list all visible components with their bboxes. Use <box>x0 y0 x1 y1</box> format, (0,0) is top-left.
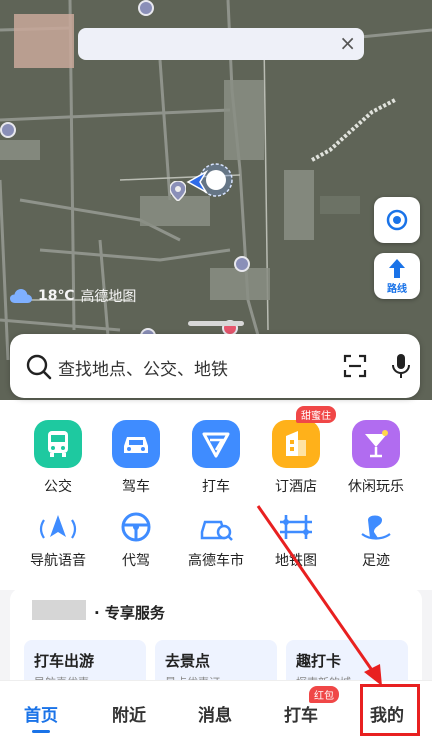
weather-widget[interactable]: 18℃ 高德地图 <box>10 286 136 306</box>
tab-messages[interactable]: 消息 <box>198 701 232 726</box>
footprint-icon <box>352 510 400 544</box>
poi-marker[interactable] <box>138 0 154 16</box>
poi-marker[interactable] <box>0 122 16 138</box>
service-nav-voice[interactable]: 导航语音 <box>15 510 101 570</box>
blurred-area <box>284 170 314 240</box>
drag-handle[interactable] <box>188 321 244 326</box>
blurred-area <box>14 14 74 68</box>
service-taxi[interactable]: 打车 <box>173 420 259 496</box>
service-designated-driver[interactable]: 代驾 <box>93 510 179 570</box>
service-label: 地铁图 <box>275 553 317 569</box>
search-icon <box>26 354 52 380</box>
service-metro-map[interactable]: 地铁图 <box>253 510 339 570</box>
blurred-area <box>320 196 360 214</box>
blurred-area <box>210 268 270 300</box>
service-hotel[interactable]: 甜蜜住 订酒店 <box>253 406 339 496</box>
service-drive[interactable]: 驾车 <box>93 420 179 496</box>
notification-banner[interactable]: × <box>78 28 364 60</box>
map-view[interactable]: × 18℃ 高德地图 路线 <box>0 0 432 360</box>
taxi-icon <box>192 420 240 468</box>
service-bus[interactable]: 公交 <box>15 420 101 496</box>
service-label: 驾车 <box>122 479 150 495</box>
service-footprint[interactable]: 足迹 <box>333 510 419 570</box>
active-tab-indicator <box>32 730 50 733</box>
service-label: 导航语音 <box>30 553 86 569</box>
service-label: 代驾 <box>122 553 150 569</box>
service-car-market[interactable]: 高德车市 <box>173 510 259 570</box>
service-label: 休闲玩乐 <box>348 479 404 495</box>
service-label: 打车 <box>202 479 230 495</box>
scan-icon[interactable] <box>343 354 367 378</box>
service-leisure[interactable]: 休闲玩乐 <box>333 420 419 496</box>
blurred-area <box>224 80 264 160</box>
temperature: 18℃ <box>38 288 75 304</box>
microphone-icon[interactable] <box>391 353 411 379</box>
search-bar[interactable]: 查找地点、公交、地铁 <box>10 334 420 398</box>
bus-icon <box>34 420 82 468</box>
hotel-badge: 甜蜜住 <box>296 406 336 423</box>
exclusive-item-name: 趣打卡 <box>296 652 342 670</box>
service-label: 公交 <box>44 479 72 495</box>
metro-map-icon <box>272 510 320 544</box>
poi-marker[interactable] <box>234 256 250 272</box>
route-label: 路线 <box>387 284 407 295</box>
service-label: 高德车市 <box>188 553 244 569</box>
locate-icon <box>386 209 408 231</box>
exclusive-item-name: 去景点 <box>165 652 211 670</box>
locate-button[interactable] <box>374 197 420 243</box>
hotel-icon: 甜蜜住 <box>272 406 336 468</box>
service-label: 足迹 <box>362 553 390 569</box>
route-button[interactable]: 路线 <box>374 253 420 299</box>
service-label: 订酒店 <box>275 479 317 495</box>
tab-taxi[interactable]: 打车 <box>284 701 318 726</box>
map-brand-label: 高德地图 <box>80 289 137 305</box>
exclusive-item-name: 打车出游 <box>34 652 95 670</box>
highlight-box <box>360 684 420 736</box>
location-pin-icon[interactable] <box>170 181 186 201</box>
close-icon[interactable]: × <box>339 31 356 55</box>
tab-home[interactable]: 首页 <box>24 701 58 726</box>
car-icon <box>112 420 160 468</box>
blurred-area <box>0 140 40 160</box>
navigation-voice-icon <box>34 510 82 544</box>
car-search-icon <box>192 510 240 544</box>
avatar <box>32 600 86 620</box>
taxi-tab-badge: 红包 <box>309 686 339 703</box>
tab-nearby[interactable]: 附近 <box>112 701 146 726</box>
steering-wheel-icon <box>112 510 160 544</box>
exclusive-title: · 专享服务 <box>94 604 165 622</box>
cocktail-icon <box>352 420 400 468</box>
search-placeholder: 查找地点、公交、地铁 <box>58 360 228 380</box>
current-location-icon[interactable] <box>186 160 234 208</box>
cloud-icon <box>10 289 32 303</box>
